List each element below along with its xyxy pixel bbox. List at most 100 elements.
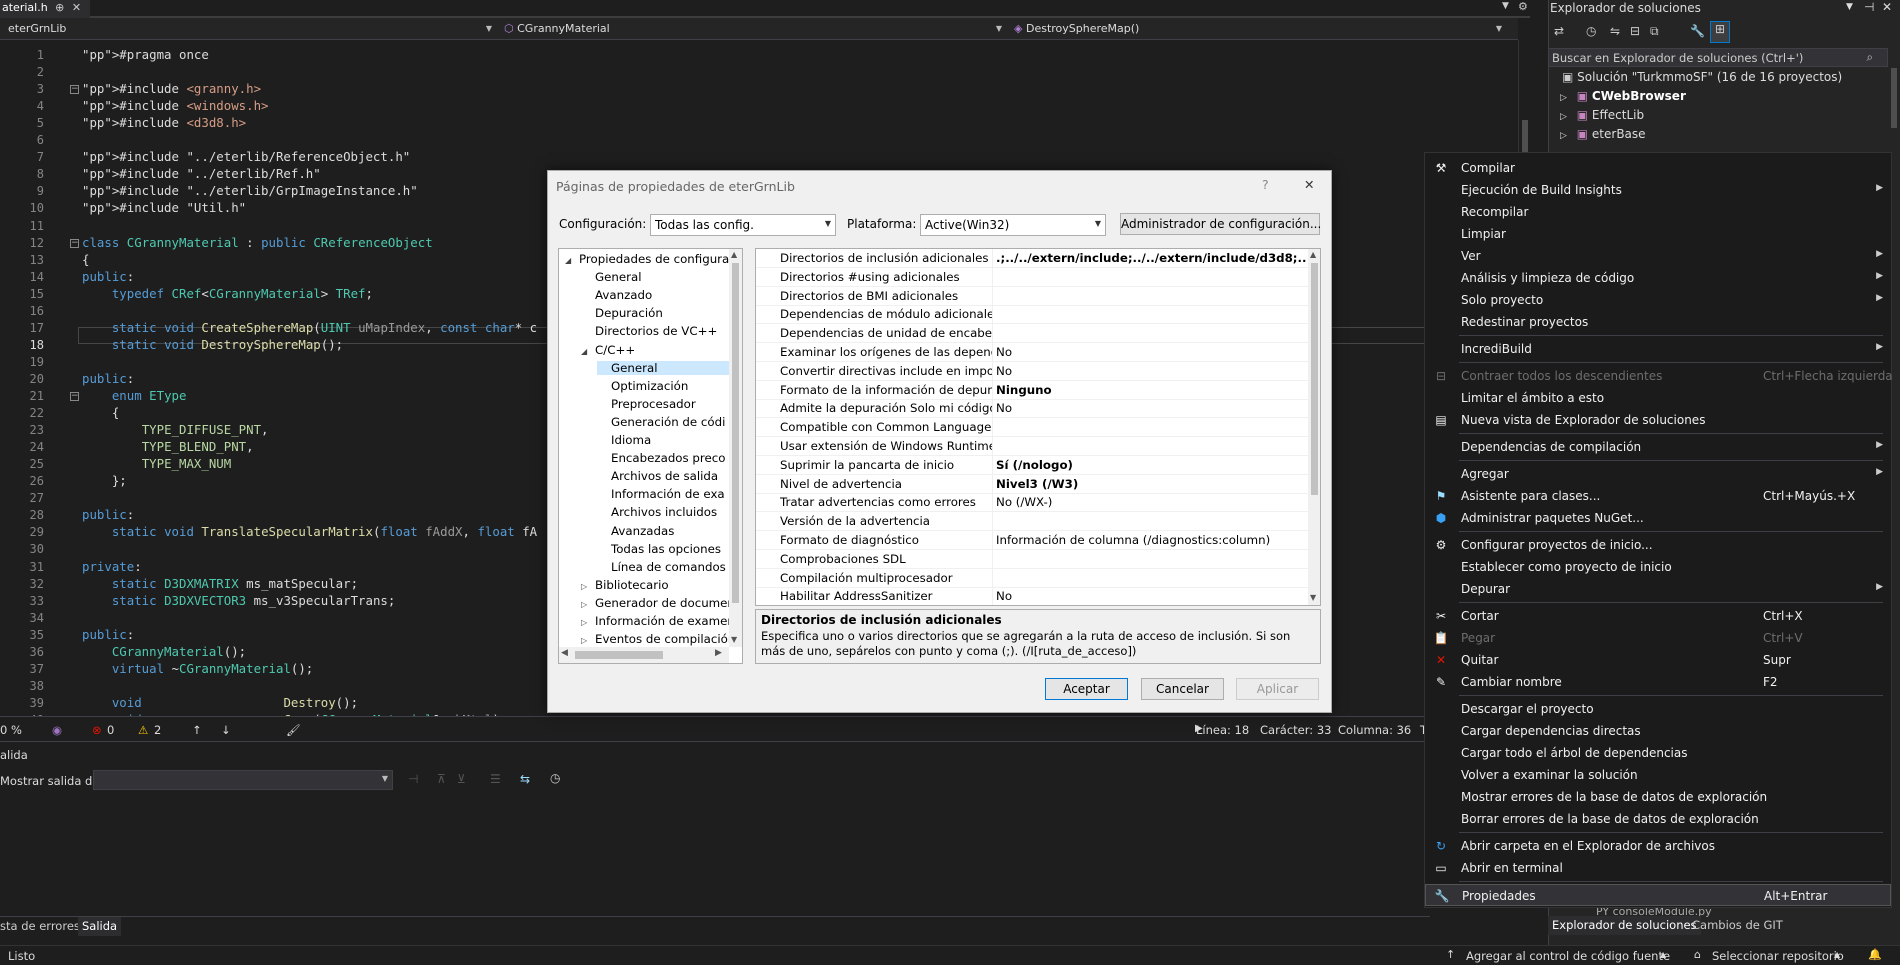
property-row[interactable]: Usar extensión de Windows Runtime — [756, 437, 1308, 456]
source-control-button[interactable]: Agregar al control de código fuente — [1466, 949, 1670, 963]
menu-item[interactable]: Borrar errores de la base de datos de ex… — [1425, 808, 1891, 830]
code-line[interactable]: { — [82, 405, 119, 420]
code-line[interactable]: }; — [82, 473, 127, 488]
tab-error-list[interactable]: sta de errores — [0, 919, 80, 933]
zoom-level[interactable]: 0 % — [0, 723, 22, 737]
clear-all-icon[interactable]: ☰ — [490, 772, 501, 786]
tree-node[interactable]: ◢ C/C++ — [581, 343, 635, 357]
code-line[interactable]: typedef CRef<CGrannyMaterial> TRef; — [82, 286, 373, 301]
warning-count[interactable]: 2 — [154, 723, 161, 737]
tree-node[interactable]: Archivos incluidos — [597, 505, 717, 519]
code-line[interactable]: static D3DXVECTOR3 ms_v3SpecularTrans; — [82, 593, 396, 608]
fold-icon[interactable]: − — [70, 392, 79, 401]
line-number[interactable]: Línea: 18 — [1196, 723, 1249, 737]
scrollbar-thumb[interactable] — [575, 651, 663, 659]
property-row[interactable]: Habilitar AddressSanitizer No — [756, 587, 1308, 605]
property-value[interactable]: Información de columna (/diagnostics:col… — [996, 533, 1306, 547]
close-icon[interactable]: ✕ — [1882, 0, 1892, 14]
tree-node[interactable]: ▷ Información de examer — [581, 614, 732, 628]
code-line[interactable]: class CGrannyMaterial : public CReferenc… — [82, 235, 433, 250]
collapse-icon[interactable]: ◢ — [565, 256, 579, 265]
scrollbar-thumb[interactable] — [1311, 263, 1318, 495]
menu-item[interactable]: Ejecución de Build Insights ▶ — [1425, 179, 1891, 201]
property-row[interactable]: Directorios #using adicionales — [756, 267, 1308, 287]
property-value[interactable]: No (/WX-) — [996, 495, 1306, 509]
property-value[interactable]: No — [996, 364, 1306, 378]
tab-git-changes[interactable]: Cambios de GIT — [1692, 918, 1783, 932]
configuration-dropdown[interactable]: Todas las config. ▼ — [650, 214, 836, 236]
property-row[interactable]: Convertir directivas include en import No — [756, 361, 1308, 381]
menu-item[interactable]: ⬢ Administrar paquetes NuGet... — [1425, 507, 1891, 529]
property-row[interactable]: Directorios de inclusión adicionales.;..… — [756, 249, 1308, 268]
code-line[interactable]: public: — [82, 627, 134, 642]
tree-node[interactable]: Avanzado — [581, 288, 652, 302]
pin-icon[interactable]: ⊣ — [1864, 0, 1874, 14]
show-all-files-icon[interactable]: ⧉ — [1650, 24, 1659, 39]
menu-item[interactable]: Mostrar errores de la base de datos de e… — [1425, 786, 1891, 808]
code-line[interactable]: TYPE_BLEND_PNT, — [82, 439, 254, 454]
tree-node[interactable]: Encabezados preco — [597, 451, 725, 465]
close-icon[interactable]: ✕ — [1304, 177, 1314, 192]
word-wrap-icon[interactable]: ⇆ — [520, 772, 530, 786]
property-row[interactable]: Formato de diagnóstico Información de col… — [756, 531, 1308, 550]
menu-item[interactable]: Limitar el ámbito a esto — [1425, 387, 1891, 409]
tree-node[interactable]: General — [581, 270, 642, 284]
property-row[interactable]: Admite la depuración Solo mi código No — [756, 399, 1308, 419]
history-icon[interactable]: ◷ — [1586, 24, 1596, 38]
code-line[interactable]: "pp">#include "../eterlib/ReferenceObjec… — [82, 149, 410, 164]
property-row[interactable]: Versión de la advertencia — [756, 512, 1308, 532]
tree-node[interactable]: ▷ Eventos de compilación — [581, 632, 735, 646]
member-dropdown[interactable]: ◈ DestroySphereMap() ▼ — [1010, 20, 1506, 38]
tree-item-project[interactable]: ▷ ▣ EffectLib — [1560, 108, 1644, 122]
menu-item[interactable]: ⚙ Configurar proyectos de inicio... — [1425, 534, 1891, 556]
expand-icon[interactable]: ▷ — [581, 582, 595, 591]
pin-icon[interactable]: ⊕ — [55, 1, 64, 14]
property-row[interactable]: Formato de la información de depuració Ni… — [756, 380, 1308, 400]
expand-icon[interactable]: ▷ — [1560, 93, 1567, 103]
property-row[interactable]: Dependencias de módulo adicionales — [756, 305, 1308, 325]
menu-item[interactable]: ▭ Abrir en terminal — [1425, 857, 1891, 879]
tree-vertical-scrollbar[interactable]: ▲ ▼ — [729, 249, 742, 647]
dropdown-icon[interactable]: ▼ — [1846, 2, 1853, 12]
code-line[interactable]: static void CreateSphereMap(UINT uMapInd… — [82, 320, 537, 335]
property-value[interactable]: No — [996, 401, 1306, 415]
tree-item-project[interactable]: ▷ ▣ CWebBrowser — [1560, 89, 1686, 103]
property-value[interactable]: No — [996, 589, 1306, 603]
ok-button[interactable]: Aceptar — [1045, 678, 1128, 700]
help-icon[interactable]: ? — [1262, 177, 1269, 192]
scroll-left-icon[interactable]: ◀ — [561, 648, 568, 658]
code-line[interactable]: enum EType — [82, 388, 187, 403]
grid-scrollbar[interactable]: ▲ ▼ — [1308, 249, 1320, 605]
property-value[interactable]: Nivel3 (/W3) — [996, 477, 1306, 491]
code-line[interactable]: TYPE_DIFFUSE_PNT, — [82, 422, 269, 437]
menu-item[interactable]: Establecer como proyecto de inicio — [1425, 556, 1891, 578]
tree-node[interactable]: Avanzadas — [597, 524, 674, 538]
code-line[interactable]: public: — [82, 507, 134, 522]
menu-item[interactable]: ⚑ Asistente para clases... Ctrl+Mayús.+X — [1425, 485, 1891, 507]
expand-icon[interactable]: ▷ — [1560, 112, 1567, 122]
copilot-icon[interactable]: ◉ — [52, 723, 62, 737]
preview-icon[interactable]: ⊞ — [1710, 21, 1730, 43]
solution-node[interactable]: ▣ Solución "TurkmmoSF" (16 de 16 proyect… — [1562, 70, 1842, 84]
expand-icon[interactable]: ▷ — [581, 600, 595, 609]
tree-node[interactable]: ▷ Bibliotecario — [581, 578, 669, 592]
project-dropdown[interactable]: eterGrnLib ▼ — [4, 20, 496, 38]
property-row[interactable]: Examinar los orígenes de las dependenc No — [756, 343, 1308, 362]
scroll-up-icon[interactable]: ▲ — [1310, 250, 1316, 259]
expand-icon[interactable]: ▷ — [581, 636, 595, 645]
property-row[interactable]: Suprimir la pancarta de inicio Sí (/nolog… — [756, 455, 1308, 475]
menu-item[interactable]: Ver ▶ — [1425, 245, 1891, 267]
property-row[interactable]: Directorios de BMI adicionales — [756, 286, 1308, 306]
menu-item[interactable]: Recompilar — [1425, 201, 1891, 223]
tree-node[interactable]: ▷ Generador de documer — [581, 596, 732, 610]
char-number[interactable]: Carácter: 33 — [1260, 723, 1331, 737]
property-value[interactable]: No — [996, 345, 1306, 359]
menu-item[interactable]: Volver a examinar la solución — [1425, 764, 1891, 786]
sync-icon[interactable]: ⇋ — [1610, 24, 1620, 38]
scroll-right-icon[interactable]: ▶ — [715, 648, 722, 658]
code-line[interactable]: { — [82, 252, 89, 267]
menu-item[interactable]: ▤ Nueva vista de Explorador de soluciones — [1425, 409, 1891, 431]
code-line[interactable]: "pp">#include <granny.h> — [82, 81, 261, 96]
prev-message-icon[interactable]: ⊼ — [437, 772, 446, 786]
brush-icon[interactable]: 🖌 — [286, 723, 301, 737]
